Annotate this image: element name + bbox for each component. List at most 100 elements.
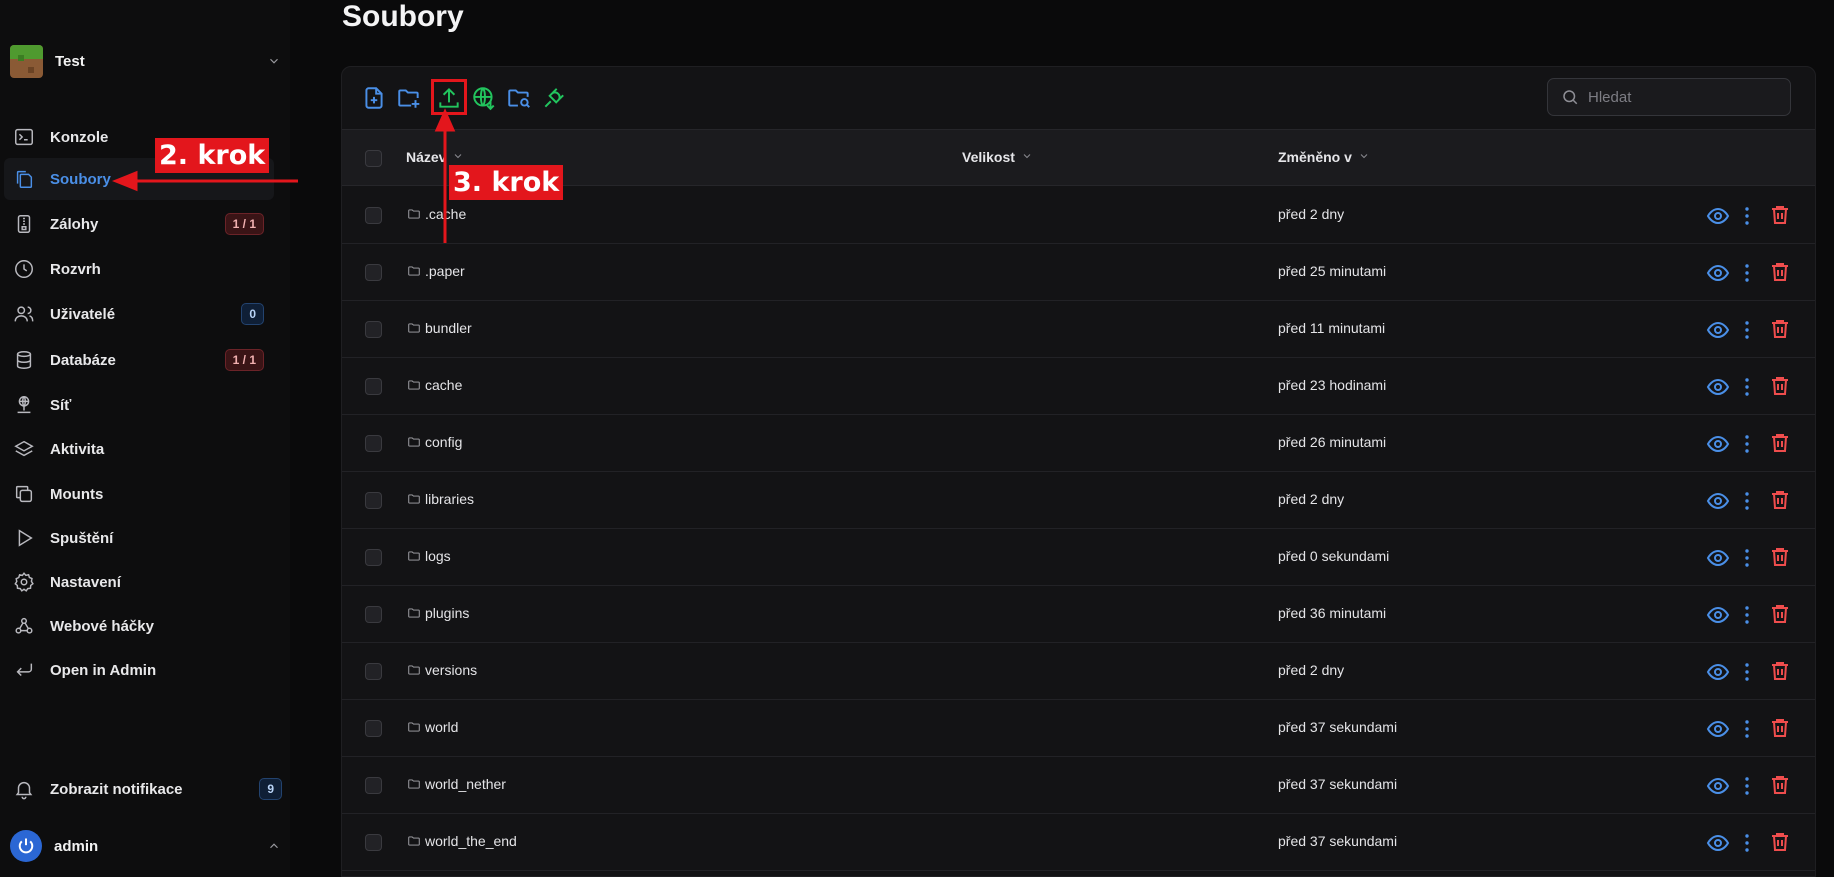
more-options-button[interactable]	[1740, 203, 1754, 229]
more-options-button[interactable]	[1740, 773, 1754, 799]
view-button[interactable]	[1705, 488, 1731, 514]
table-row[interactable]: world před 37 sekundami	[342, 700, 1815, 757]
delete-button[interactable]	[1766, 486, 1794, 514]
delete-button[interactable]	[1766, 828, 1794, 856]
delete-button[interactable]	[1766, 657, 1794, 685]
file-name-cell[interactable]: config	[407, 434, 462, 450]
view-button[interactable]	[1705, 602, 1731, 628]
table-row[interactable]: world_the_end před 37 sekundami	[342, 814, 1815, 871]
file-name-cell[interactable]: versions	[407, 662, 477, 678]
column-name[interactable]: Název	[406, 149, 464, 165]
delete-button[interactable]	[1766, 429, 1794, 457]
notifications-button[interactable]: Zobrazit notifikace 9	[4, 768, 284, 810]
row-checkbox[interactable]	[365, 321, 382, 338]
search-input[interactable]	[1588, 88, 1778, 106]
row-checkbox[interactable]	[365, 492, 382, 509]
user-menu[interactable]: admin	[10, 828, 284, 864]
delete-button[interactable]	[1766, 543, 1794, 571]
row-checkbox[interactable]	[365, 663, 382, 680]
sidebar-item-webhooks[interactable]: Webové háčky	[4, 605, 274, 647]
more-options-button[interactable]	[1740, 260, 1754, 286]
row-checkbox[interactable]	[365, 834, 382, 851]
file-name-cell[interactable]: plugins	[407, 605, 469, 621]
row-checkbox[interactable]	[365, 207, 382, 224]
file-name-cell[interactable]: logs	[407, 548, 451, 564]
new-file-button[interactable]	[358, 82, 390, 114]
file-name-cell[interactable]: .paper	[407, 263, 465, 279]
column-modified[interactable]: Změněno v	[1278, 149, 1370, 165]
more-options-button[interactable]	[1740, 374, 1754, 400]
view-button[interactable]	[1705, 830, 1731, 856]
more-options-button[interactable]	[1740, 602, 1754, 628]
view-button[interactable]	[1705, 431, 1731, 457]
remote-download-button[interactable]	[468, 82, 500, 114]
file-name-cell[interactable]: world_nether	[407, 776, 506, 792]
file-name-cell[interactable]: world	[407, 719, 458, 735]
sidebar-item-databases[interactable]: Databáze 1 / 1	[4, 339, 274, 381]
row-checkbox[interactable]	[365, 777, 382, 794]
new-folder-button[interactable]	[393, 82, 425, 114]
view-button[interactable]	[1705, 545, 1731, 571]
table-row[interactable]: libraries před 2 dny	[342, 472, 1815, 529]
view-button[interactable]	[1705, 317, 1731, 343]
file-name-cell[interactable]: world_the_end	[407, 833, 517, 849]
file-name-cell[interactable]: bundler	[407, 320, 472, 336]
sidebar-item-activity[interactable]: Aktivita	[4, 428, 274, 470]
delete-button[interactable]	[1766, 201, 1794, 229]
search-folder-button[interactable]	[503, 82, 535, 114]
table-row[interactable]: bundler před 11 minutami	[342, 301, 1815, 358]
more-options-button[interactable]	[1740, 317, 1754, 343]
delete-button[interactable]	[1766, 258, 1794, 286]
sidebar-item-backups[interactable]: Zálohy 1 / 1	[4, 203, 274, 245]
more-options-button[interactable]	[1740, 659, 1754, 685]
delete-button[interactable]	[1766, 600, 1794, 628]
file-name-cell[interactable]: libraries	[407, 491, 474, 507]
file-name-cell[interactable]: cache	[407, 377, 462, 393]
select-all-checkbox[interactable]	[365, 150, 382, 167]
delete-button[interactable]	[1766, 771, 1794, 799]
more-options-button[interactable]	[1740, 830, 1754, 856]
view-button[interactable]	[1705, 374, 1731, 400]
delete-button[interactable]	[1766, 315, 1794, 343]
row-checkbox[interactable]	[365, 264, 382, 281]
table-row[interactable]: cache před 23 hodinami	[342, 358, 1815, 415]
column-size[interactable]: Velikost	[962, 149, 1033, 165]
view-button[interactable]	[1705, 716, 1731, 742]
plug-button[interactable]	[538, 82, 570, 114]
delete-button[interactable]	[1766, 372, 1794, 400]
view-button[interactable]	[1705, 773, 1731, 799]
sidebar-item-network[interactable]: Síť	[4, 384, 274, 426]
more-options-button[interactable]	[1740, 488, 1754, 514]
sidebar-item-mounts[interactable]: Mounts	[4, 473, 274, 515]
table-row[interactable]: plugins před 36 minutami	[342, 586, 1815, 643]
file-name-cell[interactable]: .cache	[407, 206, 466, 222]
table-row[interactable]: config před 26 minutami	[342, 415, 1815, 472]
row-checkbox[interactable]	[365, 435, 382, 452]
sidebar-item-open-in-admin[interactable]: Open in Admin	[4, 649, 274, 691]
more-options-button[interactable]	[1740, 431, 1754, 457]
power-icon	[18, 838, 34, 854]
search-box[interactable]	[1547, 78, 1791, 116]
more-options-button[interactable]	[1740, 545, 1754, 571]
sidebar-item-settings[interactable]: Nastavení	[4, 561, 274, 603]
sidebar-item-label: Mounts	[50, 485, 104, 503]
chevron-up-icon[interactable]	[264, 836, 284, 856]
row-checkbox[interactable]	[365, 720, 382, 737]
delete-button[interactable]	[1766, 714, 1794, 742]
table-row[interactable]: logs před 0 sekundami	[342, 529, 1815, 586]
sidebar-item-startup[interactable]: Spuštění	[4, 517, 274, 559]
more-options-button[interactable]	[1740, 716, 1754, 742]
view-button[interactable]	[1705, 203, 1731, 229]
row-checkbox[interactable]	[365, 378, 382, 395]
row-checkbox[interactable]	[365, 606, 382, 623]
table-row[interactable]: versions před 2 dny	[342, 643, 1815, 700]
view-button[interactable]	[1705, 659, 1731, 685]
table-row[interactable]: .paper před 25 minutami	[342, 244, 1815, 301]
table-row[interactable]: world_nether před 37 sekundami	[342, 757, 1815, 814]
row-checkbox[interactable]	[365, 549, 382, 566]
sidebar-item-schedule[interactable]: Rozvrh	[4, 248, 274, 290]
view-button[interactable]	[1705, 260, 1731, 286]
server-switcher[interactable]: Test	[10, 40, 284, 82]
sidebar-item-users[interactable]: Uživatelé 0	[4, 293, 274, 335]
chevron-down-icon[interactable]	[264, 51, 284, 71]
